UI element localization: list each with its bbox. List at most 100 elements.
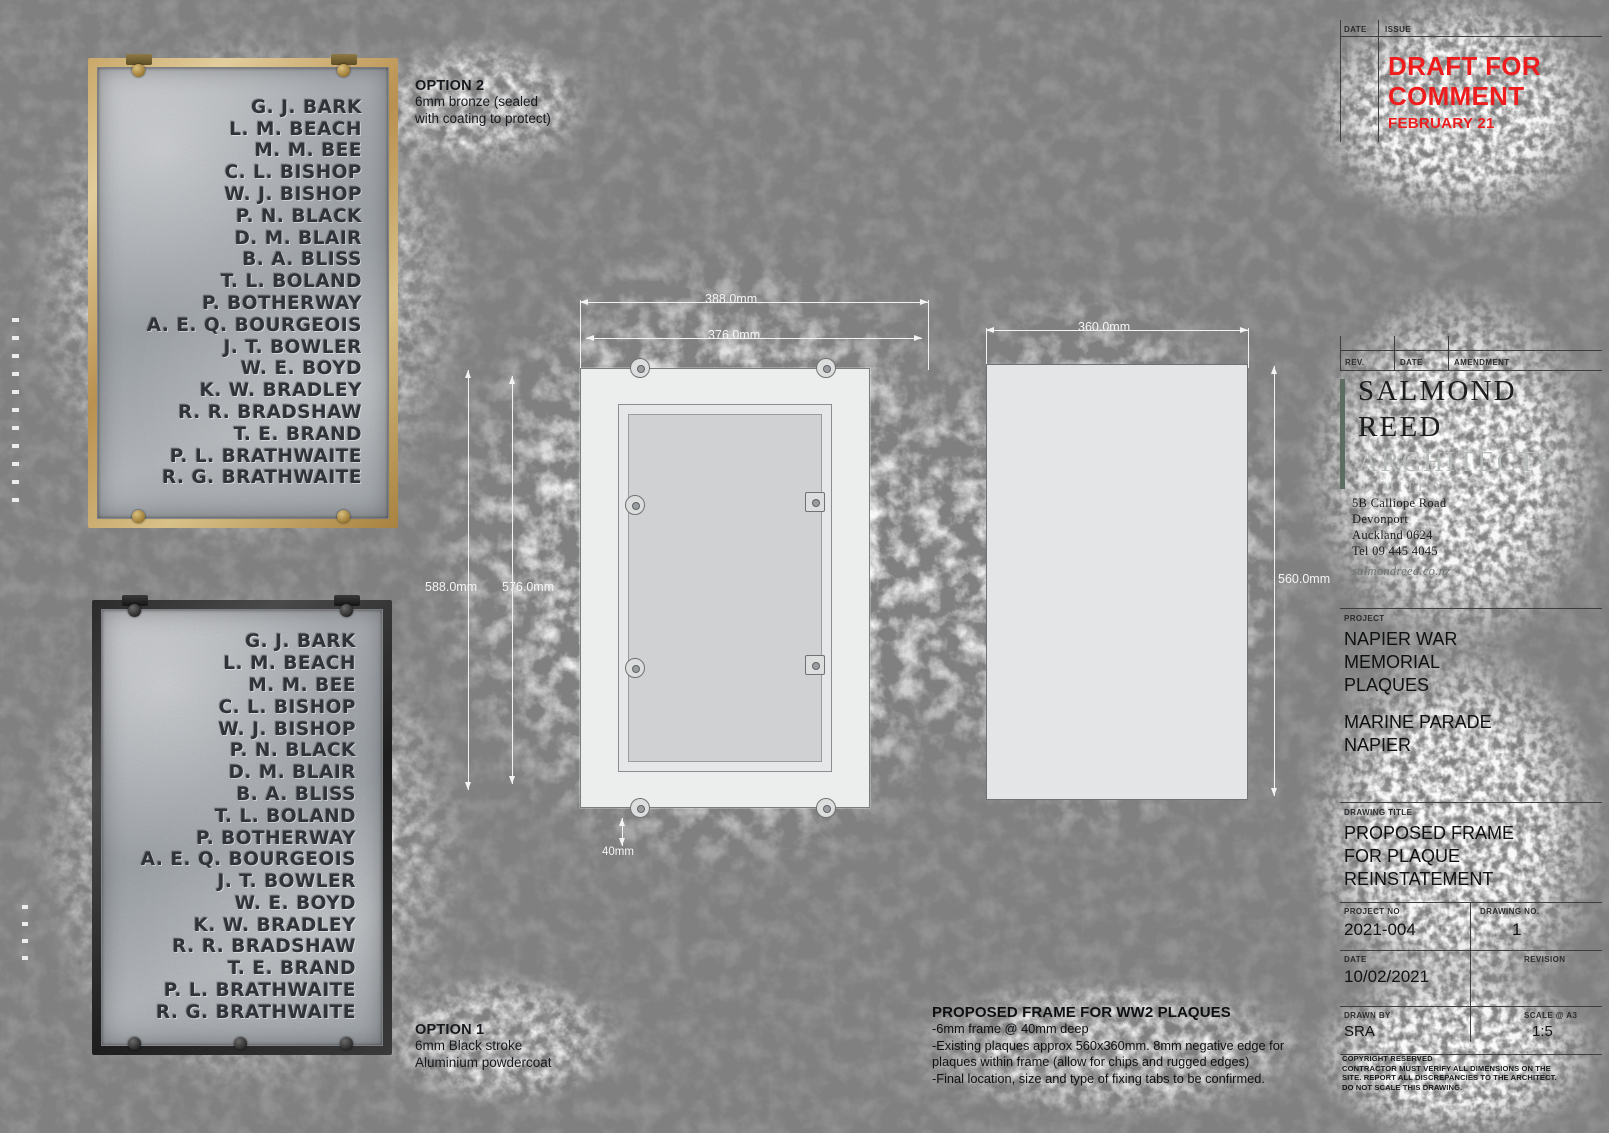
drawing-no-value: 1 — [1512, 920, 1522, 939]
drawn-by-value: SRA — [1344, 1023, 1375, 1040]
dimension-width-outer: 388.0mm — [705, 292, 758, 306]
option-2-title: OPTION 2 — [415, 78, 485, 94]
plaque-plate-rect — [986, 364, 1248, 800]
projectno-rule — [1340, 902, 1602, 903]
drawing-sheet: G. J. BARK L. M. BEACH M. M. BEE C. L. B… — [0, 0, 1609, 1133]
plaque-name: T. L. BOLAND — [214, 805, 356, 827]
fixing-lug-top-right — [816, 358, 836, 378]
extension-line-left — [986, 328, 987, 368]
plaque-name: W. E. BOYD — [240, 358, 362, 380]
drawing-notes: PROPOSED FRAME FOR WW2 PLAQUES -6mm fram… — [932, 1004, 1292, 1087]
plaque-name: W. J. BISHOP — [218, 718, 356, 740]
plaque-name-list: G. J. BARK L. M. BEACH M. M. BEE C. L. B… — [102, 610, 382, 1045]
plaque-name: G. J. BARK — [244, 631, 356, 653]
plaque-name: R. R. BRADSHAW — [178, 401, 362, 423]
plaque-name: J. T. BOWLER — [217, 871, 356, 893]
fixing-bolt-bottom-left — [132, 510, 145, 523]
plaque-name: K. W. BRADLEY — [193, 914, 356, 936]
extension-line-right — [928, 300, 929, 370]
plaque-name: P. L. BRATHWAITE — [169, 445, 362, 467]
drawnby-rule — [1340, 1006, 1602, 1007]
copyright-notice: COPYRIGHT RESERVED CONTRACTOR MUST VERIF… — [1342, 1054, 1602, 1092]
plaque-name: L. M. BEACH — [223, 653, 356, 675]
fixing-bolt-bottom-center — [234, 1037, 247, 1050]
amendment-header-amendment: AMENDMENT — [1454, 358, 1510, 367]
plaque-name: W. J. BISHOP — [224, 184, 362, 206]
project-no-header: PROJECT NO — [1344, 907, 1401, 916]
issue-header-issue: ISSUE — [1385, 25, 1412, 34]
amendment-header-date: DATE — [1400, 358, 1423, 367]
issue-table-rule-top — [1340, 36, 1602, 37]
frame-plaque-opening — [628, 414, 822, 762]
plaque-name: R. G. BRATHWAITE — [161, 467, 362, 489]
company-address: 5B Calliope Road Devonport Auckland 0624… — [1352, 495, 1450, 579]
plaque-name: R. R. BRADSHAW — [172, 936, 356, 958]
plaque-name: W. E. BOYD — [234, 892, 356, 914]
plaque-name: P. L. BRATHWAITE — [163, 980, 356, 1002]
date-value: 10/02/2021 — [1344, 967, 1430, 986]
option-1-line-1: 6mm Black stroke — [415, 1038, 523, 1053]
plaque-name: K. W. BRADLEY — [199, 380, 362, 402]
issue-header-date: DATE — [1344, 25, 1367, 34]
project-rule — [1340, 608, 1602, 609]
address-line-1: 5B Calliope Road — [1352, 496, 1447, 510]
logo-line-2: REED — [1358, 411, 1443, 443]
revision-header: REVISION — [1524, 955, 1566, 964]
notes-line-1: -6mm frame @ 40mm deep — [932, 1021, 1089, 1036]
draft-stamp-line-3: FEBRUARY 21 — [1388, 115, 1495, 132]
drawing-title-rule — [1340, 802, 1602, 803]
option-2-line-2: with coating to protect) — [415, 110, 551, 126]
frame-elevation-drawing: 388.0mm 376.0mm 588.0mm 576.0mm 40mm — [425, 280, 929, 858]
fixing-bolt-bottom-left — [128, 1037, 141, 1050]
notes-line-2: -Existing plaques approx 560x360mm. 8mm … — [932, 1037, 1285, 1053]
logo-line-4: LIMITED — [1362, 479, 1444, 494]
drawing-no-header: DRAWING NO. — [1480, 907, 1540, 916]
plaque-name: C. L. BISHOP — [224, 162, 362, 184]
option-1-label: OPTION 1 6mm Black stroke Aluminium powd… — [415, 1022, 552, 1071]
amendment-header-rev: REV. — [1345, 358, 1365, 367]
plaque-name: T. E. BRAND — [233, 423, 362, 445]
fixing-lug-left-upper — [625, 495, 645, 515]
plaque-name: C. L. BISHOP — [218, 696, 356, 718]
option-2-label: OPTION 2 6mm bronze (sealed with coating… — [415, 78, 551, 127]
plaque-name: J. T. BOWLER — [223, 336, 362, 358]
fixing-bolt-top-left — [128, 604, 141, 617]
plaque-name: D. M. BLAIR — [228, 762, 356, 784]
fixing-bolt-top-left — [132, 64, 145, 77]
plaque-option-2: G. J. BARK L. M. BEACH M. M. BEE C. L. B… — [88, 54, 398, 538]
amendment-divider-1 — [1394, 336, 1395, 370]
fixing-lug-left-lower — [625, 658, 645, 678]
amendment-divider-2 — [1448, 336, 1449, 370]
plaque-name: P. BOTHERWAY — [202, 293, 362, 314]
plaque-name: T. L. BOLAND — [220, 271, 362, 293]
logo-line-1: SALMOND — [1358, 375, 1517, 407]
drawing-title: PROPOSED FRAME FOR PLAQUE REINSTATEMENT — [1344, 823, 1515, 889]
address-line-3: Auckland 0624 — [1352, 528, 1433, 542]
dimension-width-inner: 376.0mm — [708, 328, 761, 342]
fixing-bolt-bottom-right — [337, 510, 350, 523]
company-website[interactable]: salmondreed.co.nz — [1352, 563, 1450, 579]
notes-line-3: plaques within frame (allow for chips an… — [932, 1054, 1250, 1069]
copyright-line-4: DO NOT SCALE THIS DRAWING. — [1342, 1082, 1463, 1092]
plaque-option-1: G. J. BARK L. M. BEACH M. M. BEE C. L. B… — [92, 595, 392, 1070]
dimension-plaque-height: 560.0mm — [1278, 572, 1331, 586]
plaque-name: M. M. BEE — [248, 674, 356, 696]
plaque-face: G. J. BARK L. M. BEACH M. M. BEE C. L. B… — [97, 67, 390, 520]
dimension-line-plaque-height — [1271, 366, 1277, 796]
address-line-2: Devonport — [1352, 512, 1409, 526]
plaque-name: P. N. BLACK — [235, 205, 362, 227]
dimension-height-inner: 576.0mm — [502, 580, 555, 594]
option-1-line-2: Aluminium powdercoat — [415, 1054, 552, 1070]
extension-line-left — [580, 300, 581, 370]
issue-table-divider — [1378, 20, 1379, 142]
plaque-name: G. J. BARK — [250, 96, 362, 118]
logo-accent-bar — [1340, 379, 1345, 489]
dimension-line-depth — [619, 818, 625, 846]
copyright-line-1: COPYRIGHT RESERVED — [1342, 1054, 1433, 1063]
project-name: NAPIER WAR MEMORIAL PLAQUES — [1344, 629, 1458, 695]
plaque-name: R. G. BRATHWAITE — [155, 1001, 356, 1023]
fixing-bolt-top-right — [337, 64, 350, 77]
copyright-line-2: CONTRACTOR MUST VERIFY ALL DIMENSIONS ON… — [1342, 1063, 1551, 1073]
plaque-name: T. E. BRAND — [227, 958, 356, 980]
dimension-height-outer: 588.0mm — [425, 580, 478, 594]
